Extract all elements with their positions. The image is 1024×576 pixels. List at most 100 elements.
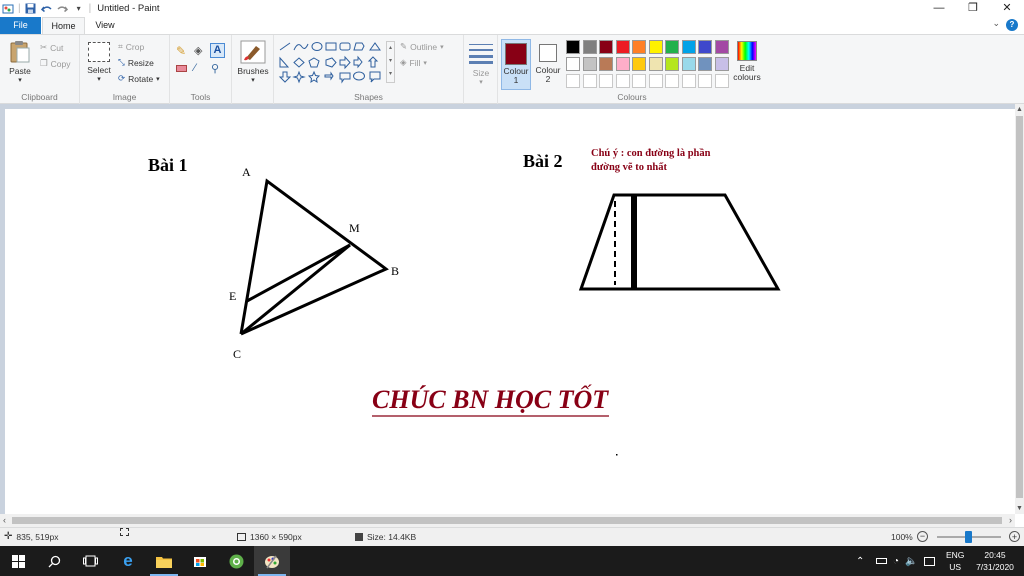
palette-swatch[interactable] — [566, 40, 580, 54]
copy-button[interactable]: ❐ Copy — [40, 58, 70, 69]
colour1-button[interactable]: Colour 1 — [501, 39, 531, 90]
custom-colour-slot[interactable] — [681, 74, 696, 88]
palette-swatch[interactable] — [698, 40, 712, 54]
vertical-scrollbar[interactable]: ▲ ▼ — [1015, 104, 1024, 514]
colour1-label: Colour 1 — [503, 66, 529, 85]
palette-swatch[interactable] — [615, 57, 630, 71]
colour2-button[interactable]: Colour 2 — [534, 39, 562, 90]
paste-button[interactable]: Paste ▾ — [6, 40, 34, 84]
palette-swatch[interactable] — [714, 40, 729, 54]
resize-button[interactable]: ⤡ Resize — [118, 57, 154, 68]
fill-icon[interactable]: ◈ — [194, 44, 202, 57]
custom-colour-slot[interactable] — [648, 74, 663, 88]
palette-swatch[interactable] — [665, 57, 679, 71]
notification-icon[interactable] — [923, 556, 935, 566]
fill-button[interactable]: ◈ Fill ▾ — [400, 57, 427, 68]
zoom-slider-thumb[interactable] — [965, 531, 972, 543]
speaker-icon[interactable]: 🔈 — [905, 556, 917, 567]
show-hidden-icons-icon[interactable]: ⌃ — [856, 556, 870, 567]
undo-icon[interactable] — [41, 3, 53, 15]
outline-button[interactable]: ✎ Outline ▾ — [400, 41, 444, 52]
start-button[interactable] — [0, 546, 36, 576]
crop-button[interactable]: ⌗ Crop — [118, 41, 144, 52]
zoom-out-icon[interactable]: − — [917, 531, 928, 542]
palette-swatch[interactable] — [681, 57, 696, 71]
magnifier-icon[interactable]: ⚲ — [211, 62, 219, 75]
tab-home[interactable]: Home — [42, 17, 85, 34]
text-icon[interactable]: A — [210, 43, 225, 58]
redo-icon[interactable] — [57, 3, 69, 15]
colour2-swatch — [539, 44, 557, 62]
palette-swatch[interactable] — [681, 40, 696, 54]
taskbar-paint[interactable] — [254, 546, 290, 576]
cut-button[interactable]: ✂ Cut — [40, 42, 63, 53]
pencil-icon[interactable]: ✎ — [176, 44, 186, 58]
scroll-up-icon[interactable]: ▲ — [1016, 106, 1023, 113]
shapes-scroll[interactable]: ▴ ▾ ▾ — [386, 41, 395, 83]
colour-picker-icon[interactable]: ⁄ — [194, 62, 196, 74]
palette-swatch[interactable] — [648, 57, 663, 71]
paint-app-icon[interactable] — [2, 3, 14, 15]
vertex-label-m: M — [349, 221, 360, 235]
restore-icon[interactable]: ❐ — [956, 0, 990, 17]
colours-group-label: Colours — [617, 92, 647, 102]
drawing-canvas[interactable]: Bài 1 Bài 2 A M B E C Chú ý : con đường … — [5, 109, 1015, 514]
clock[interactable]: 20:45 7/31/2020 — [975, 546, 1015, 576]
taskbar-app-green[interactable] — [218, 546, 254, 576]
minimize-icon[interactable]: — — [922, 0, 956, 17]
palette-swatch[interactable] — [648, 40, 663, 54]
task-view-button[interactable] — [72, 546, 108, 576]
palette-swatch[interactable] — [632, 40, 646, 54]
palette-swatch[interactable] — [632, 57, 646, 71]
custom-colour-slot[interactable] — [632, 74, 646, 88]
wifi-icon[interactable]: ◔ — [893, 556, 899, 567]
tab-view[interactable]: View — [85, 17, 125, 34]
tab-file[interactable]: File — [0, 17, 41, 34]
palette-swatch[interactable] — [599, 40, 613, 54]
customize-qat-icon[interactable]: ▾ — [73, 3, 85, 15]
chevron-up-icon[interactable]: ⌄ — [992, 18, 1000, 29]
custom-colour-slot[interactable] — [698, 74, 712, 88]
custom-colour-slot[interactable] — [615, 74, 630, 88]
palette-swatch[interactable] — [582, 57, 597, 71]
horizontal-scroll-thumb[interactable] — [12, 517, 1002, 524]
zoom-in-icon[interactable]: + — [1009, 531, 1020, 542]
brushes-button[interactable]: Brushes ▾ — [234, 40, 272, 84]
taskbar-store[interactable] — [182, 546, 218, 576]
palette-swatch[interactable] — [698, 57, 712, 71]
size-button[interactable]: Size ▾ — [466, 42, 496, 86]
copy-label: Copy — [50, 58, 71, 69]
close-icon[interactable]: ✕ — [990, 0, 1024, 17]
palette-swatch[interactable] — [599, 57, 613, 71]
palette-swatch[interactable] — [566, 57, 580, 71]
taskbar-file-explorer[interactable] — [146, 546, 182, 576]
horizontal-scrollbar[interactable]: ‹ › — [0, 514, 1015, 527]
custom-colour-slot[interactable] — [566, 74, 580, 88]
select-button[interactable]: Select ▾ — [86, 42, 112, 83]
taskbar-edge[interactable]: e — [110, 546, 146, 576]
battery-icon[interactable] — [876, 558, 887, 564]
palette-swatch[interactable] — [714, 57, 729, 71]
selection-size — [120, 528, 129, 536]
palette-swatch[interactable] — [665, 40, 679, 54]
rotate-button[interactable]: ⟳ Rotate ▾ — [118, 73, 160, 84]
language-indicator[interactable]: ENG US — [946, 546, 964, 576]
scroll-right-icon[interactable]: › — [1009, 514, 1012, 527]
vertical-scroll-thumb[interactable] — [1016, 116, 1023, 498]
search-button[interactable] — [36, 546, 72, 576]
custom-colour-slot[interactable] — [665, 74, 679, 88]
palette-swatch[interactable] — [615, 40, 630, 54]
custom-colour-slot[interactable] — [582, 74, 597, 88]
clipboard-group: Paste ▾ ✂ Cut ❐ Copy Clipboard — [0, 35, 80, 104]
scroll-left-icon[interactable]: ‹ — [3, 514, 6, 527]
custom-colour-slot[interactable] — [714, 74, 729, 88]
help-icon[interactable]: ? — [1006, 19, 1018, 31]
save-icon[interactable] — [25, 3, 37, 15]
edit-colours-button[interactable]: Edit colours — [732, 41, 762, 82]
eraser-icon[interactable] — [176, 65, 187, 72]
scroll-down-icon[interactable]: ▼ — [1016, 505, 1023, 512]
custom-colour-slot[interactable] — [599, 74, 613, 88]
outline-label: Outline — [410, 41, 438, 52]
shapes-gallery[interactable] — [278, 41, 390, 87]
palette-swatch[interactable] — [582, 40, 597, 54]
